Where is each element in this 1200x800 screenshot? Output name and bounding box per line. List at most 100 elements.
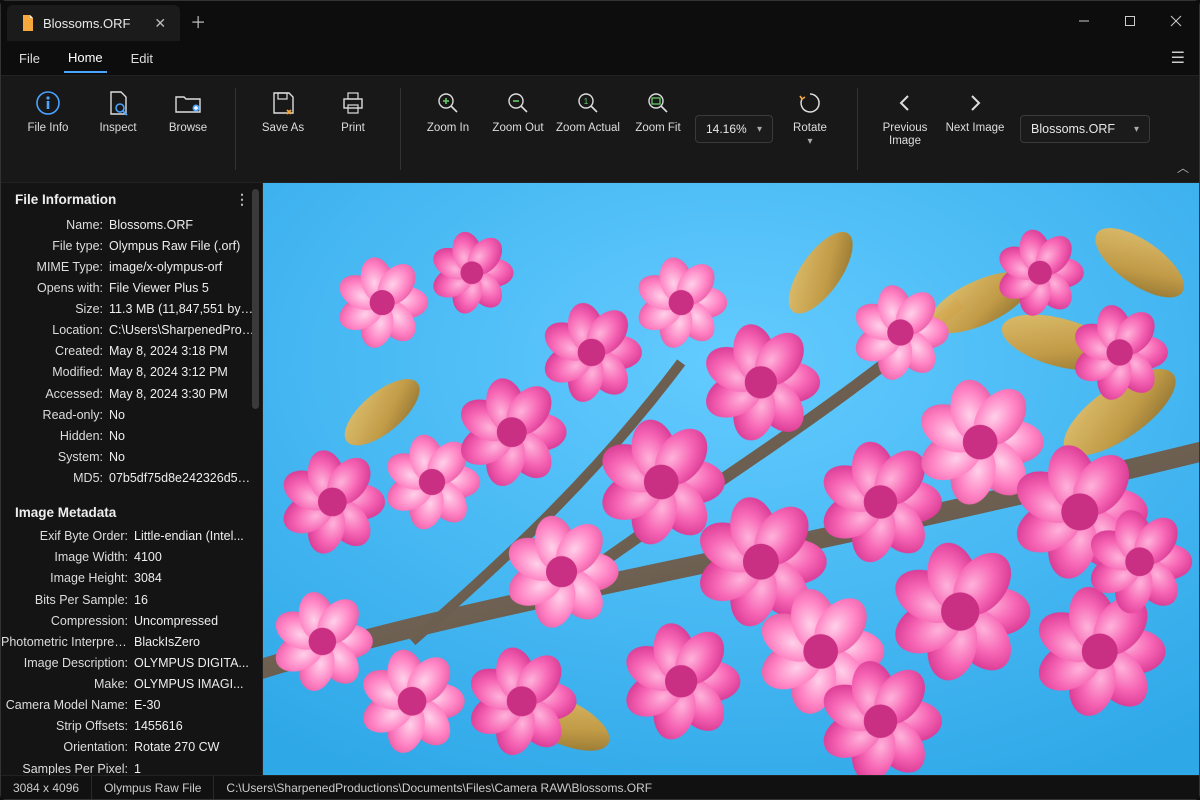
info-row: Strip Offsets:1455616 <box>1 716 256 737</box>
more-options-button[interactable]: ⋮ <box>235 191 250 208</box>
info-value: 1455616 <box>134 717 256 735</box>
collapse-ribbon-button[interactable]: ︿ <box>1177 159 1189 176</box>
info-row: Accessed:May 8, 2024 3:30 PM <box>1 383 256 404</box>
file-select[interactable]: Blossoms.ORF ▾ <box>1020 115 1150 143</box>
save-as-button[interactable]: Save As <box>250 82 316 135</box>
info-sidebar: File Information ⋮ Name:Blossoms.ORFFile… <box>1 183 263 775</box>
ribbon-group-zoom: Zoom In Zoom Out 1 Zoom Actual Zoom Fit … <box>409 82 849 176</box>
close-tab-button[interactable]: ✕ <box>154 15 166 32</box>
info-label: Modified: <box>1 363 109 381</box>
chevron-down-icon: ▾ <box>1134 124 1139 135</box>
info-row: Name:Blossoms.ORF <box>1 214 256 235</box>
info-label: Exif Byte Order: <box>1 527 134 545</box>
info-row: File type:Olympus Raw File (.orf) <box>1 235 256 256</box>
info-value: OLYMPUS DIGITA... <box>134 654 256 672</box>
zoom-out-button[interactable]: Zoom Out <box>485 82 551 135</box>
next-image-button[interactable]: Next Image <box>942 82 1008 135</box>
info-row: MD5:07b5df75d8e242326d58f04... <box>1 468 256 489</box>
info-label: Photometric Interpreta... <box>1 633 134 651</box>
info-label: System: <box>1 448 109 466</box>
previous-image-button[interactable]: Previous Image <box>872 82 938 148</box>
ribbon-divider <box>400 88 401 170</box>
new-tab-button[interactable]: ＋ <box>190 9 206 33</box>
info-value: Blossoms.ORF <box>109 216 256 234</box>
zoom-in-button[interactable]: Zoom In <box>415 82 481 135</box>
info-row: Orientation:Rotate 270 CW <box>1 737 256 758</box>
info-label: Image Height: <box>1 569 134 587</box>
rotate-button[interactable]: Rotate▾ <box>777 82 843 148</box>
info-label: File type: <box>1 237 109 255</box>
rotate-icon <box>797 88 823 118</box>
info-row: Size:11.3 MB (11,847,551 bytes) <box>1 299 256 320</box>
info-row: System:No <box>1 446 256 467</box>
zoom-fit-icon <box>646 88 670 118</box>
info-value: 16 <box>134 591 256 609</box>
info-value: 4100 <box>134 548 256 566</box>
menu-edit[interactable]: Edit <box>127 45 157 72</box>
info-row: Make:OLYMPUS IMAGI... <box>1 674 256 695</box>
info-row: Bits Per Sample:16 <box>1 589 256 610</box>
info-value: File Viewer Plus 5 <box>109 279 256 297</box>
overflow-menu-button[interactable]: ☰ <box>1171 48 1185 68</box>
info-label: Hidden: <box>1 427 109 445</box>
content-area: File Information ⋮ Name:Blossoms.ORFFile… <box>1 183 1199 775</box>
info-label: Opens with: <box>1 279 109 297</box>
info-label: Camera Model Name: <box>1 696 134 714</box>
info-row: Created:May 8, 2024 3:18 PM <box>1 341 256 362</box>
image-viewer[interactable] <box>263 183 1199 775</box>
info-label: Image Description: <box>1 654 134 672</box>
info-row: Image Height:3084 <box>1 568 256 589</box>
info-label: Strip Offsets: <box>1 717 134 735</box>
info-row: Modified:May 8, 2024 3:12 PM <box>1 362 256 383</box>
document-tab[interactable]: Blossoms.ORF ✕ <box>7 5 180 41</box>
info-row: Exif Byte Order:Little-endian (Intel... <box>1 526 256 547</box>
info-value: No <box>109 448 256 466</box>
document-icon <box>21 15 35 31</box>
title-bar: Blossoms.ORF ✕ ＋ <box>1 1 1199 41</box>
zoom-out-icon <box>506 88 530 118</box>
info-value: Rotate 270 CW <box>134 738 256 756</box>
info-value: Olympus Raw File (.orf) <box>109 237 256 255</box>
info-row: Image Description:OLYMPUS DIGITA... <box>1 652 256 673</box>
status-dimensions: 3084 x 4096 <box>1 776 92 799</box>
info-label: Samples Per Pixel: <box>1 760 134 776</box>
zoom-fit-button[interactable]: Zoom Fit <box>625 82 691 135</box>
scrollbar-thumb[interactable] <box>252 189 259 409</box>
menu-file[interactable]: File <box>15 45 44 72</box>
file-select-value: Blossoms.ORF <box>1031 122 1115 136</box>
maximize-button[interactable] <box>1107 1 1153 41</box>
info-value: 1 <box>134 760 256 776</box>
info-value: May 8, 2024 3:18 PM <box>109 342 256 360</box>
print-button[interactable]: Print <box>320 82 386 135</box>
info-value: Uncompressed <box>134 612 256 630</box>
zoom-level-value: 14.16% <box>706 122 747 136</box>
info-value: May 8, 2024 3:30 PM <box>109 385 256 403</box>
inspect-button[interactable]: Inspect <box>85 82 151 135</box>
sidebar-scrollbar[interactable] <box>252 189 259 769</box>
info-label: Read-only: <box>1 406 109 424</box>
info-value: 11.3 MB (11,847,551 bytes) <box>109 300 256 318</box>
close-window-button[interactable] <box>1153 1 1199 41</box>
file-info-button[interactable]: File Info <box>15 82 81 135</box>
info-label: Orientation: <box>1 738 134 756</box>
menu-home[interactable]: Home <box>64 44 107 73</box>
file-info-header: File Information ⋮ <box>1 183 262 214</box>
zoom-actual-button[interactable]: 1 Zoom Actual <box>555 82 621 135</box>
status-path: C:\Users\SharpenedProductions\Documents\… <box>214 776 664 799</box>
info-row: Photometric Interpreta...BlackIsZero <box>1 631 256 652</box>
window-controls <box>1061 1 1199 41</box>
ribbon-divider <box>235 88 236 170</box>
info-value: May 8, 2024 3:12 PM <box>109 363 256 381</box>
info-icon <box>35 88 61 118</box>
info-label: MIME Type: <box>1 258 109 276</box>
status-filetype: Olympus Raw File <box>92 776 214 799</box>
browse-button[interactable]: Browse <box>155 82 221 135</box>
zoom-level-select[interactable]: 14.16% ▾ <box>695 115 773 143</box>
file-info-list: Name:Blossoms.ORFFile type:Olympus Raw F… <box>1 214 262 497</box>
minimize-button[interactable] <box>1061 1 1107 41</box>
folder-icon <box>174 88 202 118</box>
info-label: Image Width: <box>1 548 134 566</box>
info-row: Image Width:4100 <box>1 547 256 568</box>
info-value: No <box>109 406 256 424</box>
chevron-left-icon <box>896 88 914 118</box>
